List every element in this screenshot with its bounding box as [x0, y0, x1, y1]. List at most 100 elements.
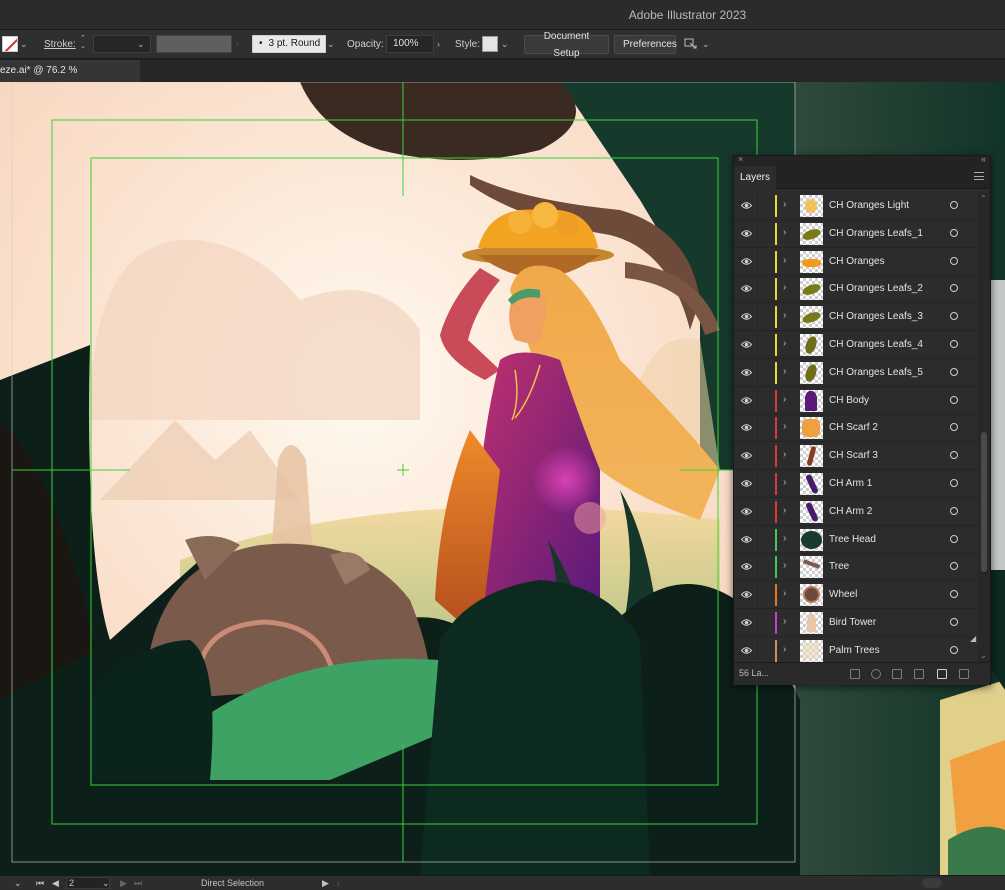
last-artboard-icon[interactable]: ⏭: [134, 878, 142, 889]
target-circle-icon[interactable]: [950, 284, 958, 293]
expand-chevron-icon[interactable]: ›: [783, 588, 786, 599]
layer-row[interactable]: › CH Oranges Leafs_2: [734, 275, 977, 304]
layer-row[interactable]: › Tree Head: [734, 525, 977, 554]
expand-chevron-icon[interactable]: ›: [783, 199, 786, 210]
layer-row[interactable]: › CH Scarf 2: [734, 414, 977, 443]
next-artboard-icon[interactable]: ▶: [120, 878, 127, 889]
previous-artboard-icon[interactable]: ◀: [52, 878, 59, 889]
expand-chevron-icon[interactable]: ›: [783, 310, 786, 321]
visibility-eye-icon[interactable]: [740, 561, 753, 572]
target-circle-icon[interactable]: [950, 562, 958, 571]
expand-chevron-icon[interactable]: ›: [783, 255, 786, 266]
visibility-eye-icon[interactable]: [740, 395, 753, 406]
layer-name[interactable]: CH Oranges Leafs_5: [829, 367, 923, 378]
layer-row[interactable]: › CH Scarf 3: [734, 442, 977, 471]
lock-column[interactable]: [757, 414, 758, 443]
expand-chevron-icon[interactable]: ›: [783, 366, 786, 377]
lock-column[interactable]: [757, 581, 758, 610]
visibility-eye-icon[interactable]: [740, 200, 753, 211]
expand-chevron-icon[interactable]: ›: [783, 505, 786, 516]
preferences-button[interactable]: Preferences: [614, 35, 677, 54]
visibility-eye-icon[interactable]: [740, 617, 753, 628]
expand-chevron-icon[interactable]: ›: [783, 477, 786, 488]
visibility-eye-icon[interactable]: [740, 478, 753, 489]
chevron-down-icon[interactable]: ⌄: [501, 35, 513, 53]
close-icon[interactable]: ×: [738, 154, 743, 164]
chevron-down-icon[interactable]: ⌄: [702, 35, 714, 53]
visibility-eye-icon[interactable]: [740, 367, 753, 378]
collapse-panel-icon[interactable]: «: [981, 154, 986, 164]
layer-row[interactable]: › Palm Trees: [734, 636, 977, 662]
expand-chevron-icon[interactable]: ›: [783, 533, 786, 544]
layer-name[interactable]: CH Oranges Leafs_3: [829, 311, 923, 322]
target-circle-icon[interactable]: [950, 479, 958, 487]
lock-column[interactable]: [757, 303, 758, 332]
expand-chevron-icon[interactable]: ›: [783, 560, 786, 571]
target-circle-icon[interactable]: [950, 506, 958, 515]
new-layer-icon[interactable]: [937, 669, 947, 679]
corner-resize-icon[interactable]: ◢: [970, 634, 976, 643]
target-circle-icon[interactable]: [950, 228, 958, 237]
trash-icon[interactable]: [959, 669, 969, 679]
visibility-eye-icon[interactable]: [740, 589, 753, 600]
lock-column[interactable]: [757, 192, 758, 220]
layer-row[interactable]: › Tree: [734, 553, 977, 582]
layer-name[interactable]: CH Oranges: [829, 256, 885, 267]
expand-chevron-icon[interactable]: ›: [783, 282, 786, 293]
layer-name[interactable]: CH Oranges Light: [829, 200, 909, 211]
target-circle-icon[interactable]: [950, 367, 958, 376]
new-sublayer-icon[interactable]: [914, 669, 924, 679]
target-circle-icon[interactable]: [950, 312, 958, 321]
layer-row[interactable]: › CH Oranges Leafs_1: [734, 219, 977, 248]
layer-row[interactable]: › CH Arm 1: [734, 470, 977, 498]
target-circle-icon[interactable]: [950, 423, 958, 432]
lock-column[interactable]: [757, 553, 758, 582]
layer-name[interactable]: Bird Tower: [829, 617, 876, 628]
layer-name[interactable]: Palm Trees: [829, 645, 880, 656]
target-circle-icon[interactable]: [950, 395, 958, 404]
expand-chevron-icon[interactable]: ›: [783, 338, 786, 349]
stroke-label[interactable]: Stroke:: [44, 35, 76, 53]
lock-column[interactable]: [757, 358, 758, 387]
lock-column[interactable]: [757, 442, 758, 471]
visibility-eye-icon[interactable]: [740, 450, 753, 461]
chevron-right-icon[interactable]: ›: [437, 35, 449, 53]
chevron-down-icon[interactable]: ⌄: [327, 35, 339, 53]
layer-row[interactable]: › CH Body: [734, 386, 977, 415]
lock-column[interactable]: [757, 609, 758, 637]
target-circle-icon[interactable]: [950, 451, 958, 460]
lock-column[interactable]: [757, 247, 758, 276]
layer-name[interactable]: CH Arm 1: [829, 478, 872, 489]
visibility-eye-icon[interactable]: [740, 228, 753, 239]
document-tab[interactable]: eze.ai* @ 76.2 % (RGB/Preview): [0, 60, 140, 98]
expand-chevron-icon[interactable]: ›: [783, 644, 786, 655]
expand-chevron-icon[interactable]: ›: [783, 616, 786, 627]
target-circle-icon[interactable]: [950, 618, 958, 626]
layer-name[interactable]: CH Scarf 3: [829, 450, 878, 461]
layer-row[interactable]: › CH Arm 2: [734, 497, 977, 526]
opacity-label[interactable]: Opacity:: [347, 35, 384, 53]
scroll-up-icon[interactable]: ⌃: [980, 194, 987, 203]
layer-row[interactable]: › CH Oranges Leafs_5: [734, 358, 977, 387]
visibility-eye-icon[interactable]: [740, 256, 753, 267]
target-circle-icon[interactable]: [950, 534, 958, 543]
expand-chevron-icon[interactable]: ›: [783, 421, 786, 432]
variable-width-profile[interactable]: [156, 35, 232, 53]
tab-layers[interactable]: Layers: [734, 166, 776, 189]
brush-definition[interactable]: • 3 pt. Round: [252, 35, 326, 53]
visibility-eye-icon[interactable]: [740, 283, 753, 294]
visibility-eye-icon[interactable]: [740, 311, 753, 322]
target-circle-icon[interactable]: [950, 645, 958, 654]
layer-row[interactable]: › Bird Tower: [734, 609, 977, 637]
expand-chevron-icon[interactable]: ›: [783, 449, 786, 460]
target-circle-icon[interactable]: [950, 590, 958, 599]
scroll-thumb[interactable]: [922, 878, 942, 888]
lock-column[interactable]: [757, 331, 758, 359]
first-artboard-icon[interactable]: ⏮: [36, 878, 44, 889]
layer-name[interactable]: CH Body: [829, 395, 869, 406]
document-setup-button[interactable]: Document Setup: [524, 31, 609, 59]
stroke-stepper-icon[interactable]: ⌃ ⌄: [80, 35, 86, 53]
layer-name[interactable]: CH Arm 2: [829, 506, 872, 517]
chevron-down-icon[interactable]: ⌄: [14, 878, 22, 889]
layer-name[interactable]: Tree Head: [829, 534, 876, 545]
